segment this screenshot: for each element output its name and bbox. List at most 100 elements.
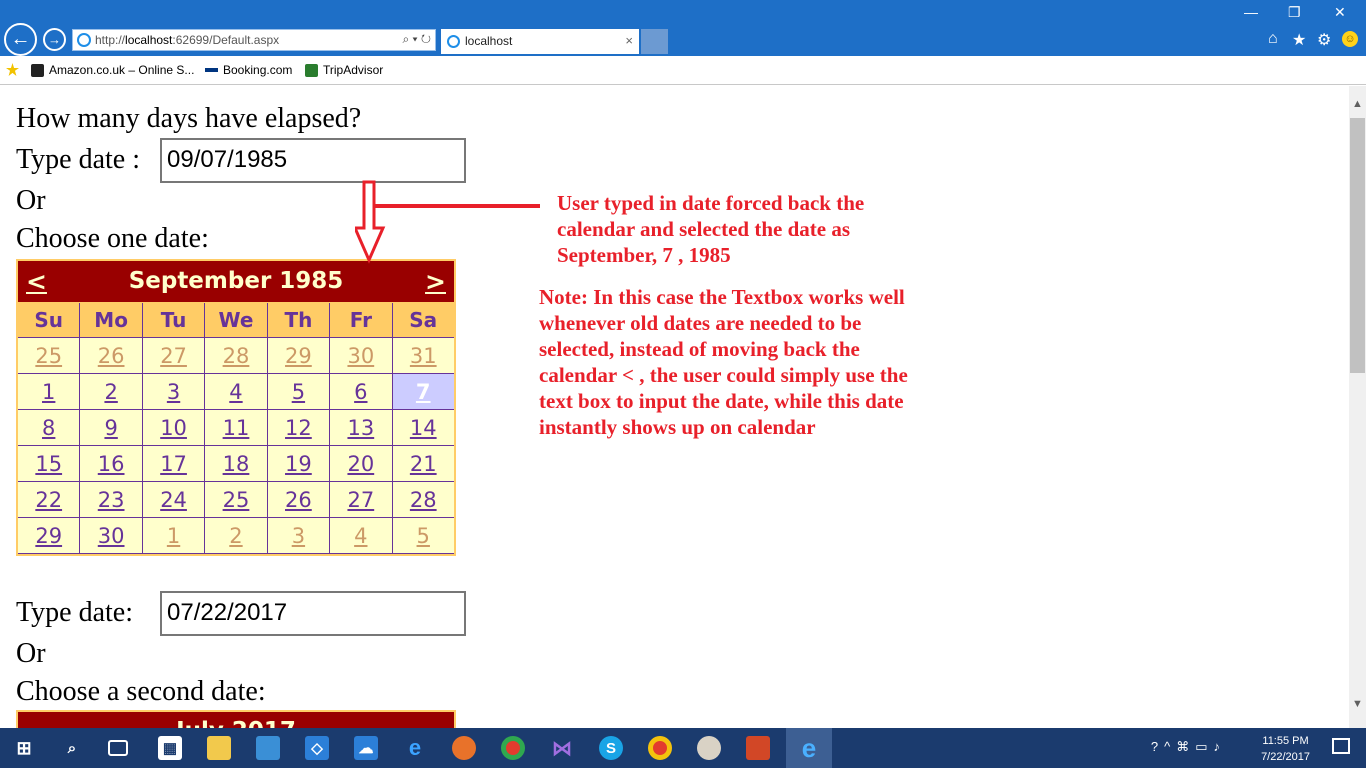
annotation-note: Note: In this case the Textbox works wel… xyxy=(539,285,908,439)
calendar-day[interactable]: 8 xyxy=(18,410,81,446)
favorites-star-add-icon[interactable] xyxy=(6,63,19,76)
calendar-2-title-bar: July 2017 xyxy=(16,710,456,728)
favorite-tripadvisor[interactable]: TripAdvisor xyxy=(305,63,383,77)
minimize-icon[interactable]: — xyxy=(1244,4,1258,20)
calendar-day[interactable]: 26 xyxy=(80,338,143,374)
powerpoint-icon[interactable] xyxy=(746,736,770,760)
firefox-icon[interactable] xyxy=(452,736,476,760)
search-refresh-icons[interactable]: ⌕ ▾ ↻ xyxy=(402,32,431,47)
calendar-day[interactable]: 25 xyxy=(18,338,81,374)
paint-icon[interactable] xyxy=(697,736,721,760)
calendar-day[interactable]: 13 xyxy=(330,410,393,446)
forward-button[interactable]: → xyxy=(43,28,66,51)
calendar-day[interactable]: 1 xyxy=(142,518,206,554)
calendar-day[interactable]: 29 xyxy=(18,518,81,554)
scroll-up-icon[interactable]: ▲ xyxy=(1352,98,1363,110)
type-date-1-label: Type date : xyxy=(16,144,140,175)
skype-icon[interactable]: S xyxy=(599,736,623,760)
annotation-first: User typed in date forced back the calen… xyxy=(557,191,865,267)
calendar-day[interactable]: 17 xyxy=(142,446,206,482)
calendar-day[interactable]: 4 xyxy=(330,518,393,554)
tripadvisor-icon xyxy=(305,63,318,77)
calendar-week-row: 22 23 24 25 26 27 28 xyxy=(18,482,454,518)
calendar-day[interactable]: 10 xyxy=(142,410,206,446)
task-view-icon[interactable] xyxy=(108,740,128,756)
forward-arrow-icon: → xyxy=(48,32,61,47)
calendar-day[interactable]: 2 xyxy=(205,518,268,554)
calendar-day[interactable]: 23 xyxy=(80,482,143,518)
notification-center-icon[interactable] xyxy=(1332,738,1350,754)
touch-app-icon[interactable] xyxy=(256,736,280,760)
calendar-day[interactable]: 29 xyxy=(267,338,331,374)
calendar-day[interactable]: 25 xyxy=(205,482,268,518)
calendar-day[interactable]: 26 xyxy=(267,482,331,518)
edge-icon[interactable]: e xyxy=(403,735,427,760)
gear-icon[interactable]: ⚙ xyxy=(1317,30,1331,50)
tab-close-icon[interactable]: × xyxy=(625,33,633,48)
date-2-input[interactable]: 07/22/2017 xyxy=(160,591,466,636)
chrome-icon[interactable] xyxy=(501,736,525,760)
calendar-day[interactable]: 24 xyxy=(142,482,206,518)
calendar-day[interactable]: 9 xyxy=(80,410,143,446)
day-header: Mo xyxy=(80,303,143,338)
choose-1-label: Choose one date: xyxy=(16,223,209,254)
calendar-day[interactable]: 5 xyxy=(392,518,454,554)
calendar-day[interactable]: 30 xyxy=(330,338,393,374)
address-path: :62699/Default.aspx xyxy=(172,33,280,47)
address-prefix: http:// xyxy=(95,33,126,47)
internet-explorer-icon[interactable]: e xyxy=(786,728,832,768)
calendar-day[interactable]: 1 xyxy=(18,374,81,410)
calendar-day-selected[interactable]: 7 xyxy=(392,374,454,410)
new-tab-button[interactable] xyxy=(641,29,668,54)
system-clock[interactable]: 11:55 PM 7/22/2017 xyxy=(1261,733,1310,765)
choose-2-label: Choose a second date: xyxy=(16,676,266,707)
calendar-day[interactable]: 5 xyxy=(267,374,331,410)
back-button[interactable]: ← xyxy=(4,23,37,56)
file-explorer-icon[interactable] xyxy=(207,736,231,760)
windows-start-icon[interactable]: ⊞ xyxy=(12,736,36,760)
feedback-smiley-icon[interactable]: ☺ xyxy=(1342,31,1358,47)
calendar-day[interactable]: 16 xyxy=(80,446,143,482)
calendar-day[interactable]: 3 xyxy=(267,518,331,554)
calendar-day[interactable]: 12 xyxy=(267,410,331,446)
chrome-icon[interactable] xyxy=(648,736,672,760)
close-window-icon[interactable]: ✕ xyxy=(1334,4,1346,21)
tab-localhost[interactable]: localhost × xyxy=(441,29,639,54)
vertical-scrollbar[interactable]: ▲ ▼ xyxy=(1349,86,1366,728)
store-icon[interactable]: ▦ xyxy=(158,736,182,760)
scroll-down-icon[interactable]: ▼ xyxy=(1352,698,1363,710)
calendar-day[interactable]: 20 xyxy=(330,446,393,482)
favorite-amazon[interactable]: Amazon.co.uk – Online S... xyxy=(31,63,194,77)
calendar-day[interactable]: 28 xyxy=(392,482,454,518)
calendar-day[interactable]: 27 xyxy=(142,338,206,374)
system-tray-icons[interactable]: ?^⌘▭♪ xyxy=(1151,739,1226,755)
calendar-day[interactable]: 14 xyxy=(392,410,454,446)
calendar-day[interactable]: 2 xyxy=(80,374,143,410)
calendar-day[interactable]: 19 xyxy=(267,446,331,482)
calendar-day[interactable]: 30 xyxy=(80,518,143,554)
calendar-day[interactable]: 28 xyxy=(205,338,268,374)
calendar-day[interactable]: 27 xyxy=(330,482,393,518)
next-month-link[interactable]: > xyxy=(425,267,446,296)
calendar-day[interactable]: 18 xyxy=(205,446,268,482)
calendar-day[interactable]: 6 xyxy=(330,374,393,410)
calendar-day[interactable]: 15 xyxy=(18,446,81,482)
scrollbar-thumb[interactable] xyxy=(1350,118,1365,373)
onedrive-icon[interactable]: ☁ xyxy=(354,736,378,760)
calendar-day[interactable]: 22 xyxy=(18,482,81,518)
calendar-day[interactable]: 21 xyxy=(392,446,454,482)
visual-studio-icon[interactable]: ⋈ xyxy=(550,736,574,760)
restore-icon[interactable]: ❐ xyxy=(1288,4,1301,21)
favorites-star-icon[interactable]: ★ xyxy=(1292,30,1306,50)
calendar-day[interactable]: 4 xyxy=(205,374,268,410)
dropbox-icon[interactable]: ◇ xyxy=(305,736,329,760)
address-bar[interactable]: http://localhost:62699/Default.aspx ⌕ ▾ … xyxy=(72,29,436,51)
favorite-booking[interactable]: Booking.com xyxy=(205,63,292,77)
date-1-input[interactable]: 09/07/1985 xyxy=(160,138,466,183)
calendar-day[interactable]: 31 xyxy=(392,338,454,374)
page-heading: How many days have elapsed? xyxy=(16,103,362,134)
search-icon[interactable]: ⌕ xyxy=(60,736,84,760)
calendar-day[interactable]: 3 xyxy=(142,374,206,410)
calendar-day[interactable]: 11 xyxy=(205,410,268,446)
home-icon[interactable]: ⌂ xyxy=(1268,30,1278,48)
